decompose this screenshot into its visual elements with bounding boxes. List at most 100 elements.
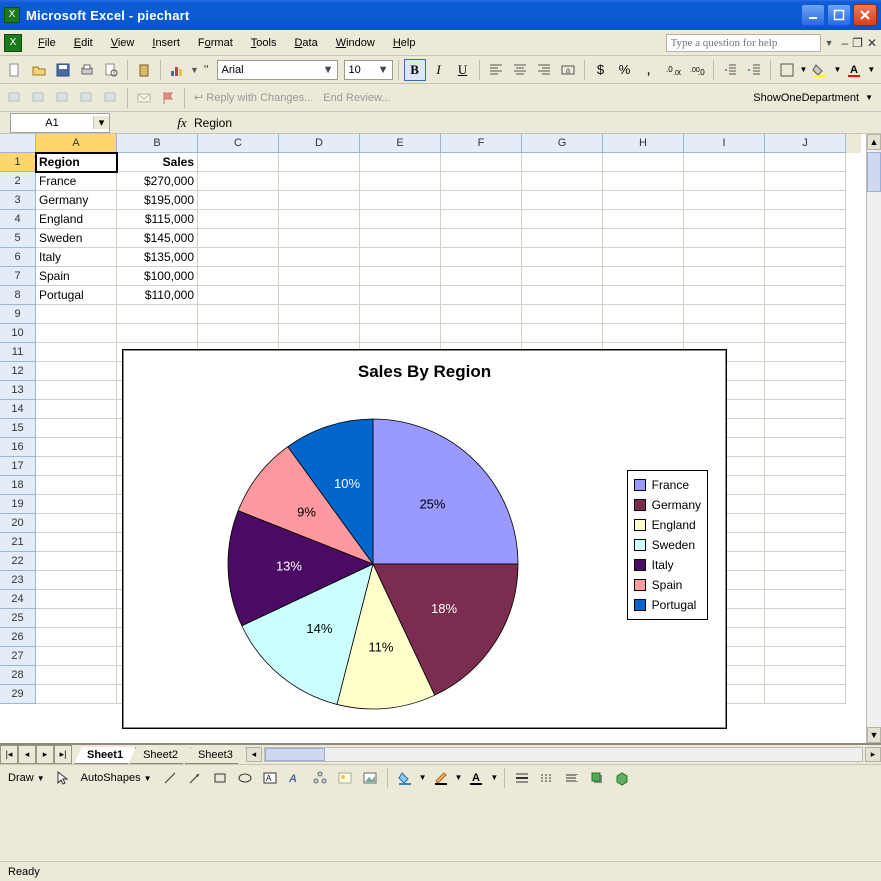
cell[interactable] [522,172,603,191]
cell[interactable] [522,210,603,229]
insert-picture-icon[interactable] [359,767,381,789]
cell[interactable]: $145,000 [117,229,198,248]
cell[interactable] [441,267,522,286]
macro-name-button[interactable]: ShowOneDepartment [751,92,861,104]
col-header[interactable]: I [684,134,765,153]
cell[interactable] [441,229,522,248]
cell[interactable] [684,153,765,172]
cell[interactable] [765,305,846,324]
cell[interactable]: Region [36,153,117,172]
cell[interactable] [279,324,360,343]
cell[interactable] [522,191,603,210]
cell[interactable] [684,210,765,229]
cell[interactable] [36,324,117,343]
shadow-icon[interactable] [586,767,608,789]
line-style-icon[interactable] [511,767,533,789]
review-icon[interactable] [4,87,26,109]
row-header[interactable]: 24 [0,590,36,609]
cell[interactable] [36,666,117,685]
cell[interactable] [36,495,117,514]
cell[interactable] [522,324,603,343]
col-header[interactable]: J [765,134,846,153]
cell[interactable]: $100,000 [117,267,198,286]
line-dd-icon[interactable]: ▼ [455,773,463,782]
sheet-tab[interactable]: Sheet1 [74,747,136,764]
cell[interactable] [603,191,684,210]
cell[interactable] [117,324,198,343]
menu-edit[interactable]: Edit [66,33,101,53]
dash-style-icon[interactable] [536,767,558,789]
cell[interactable] [36,647,117,666]
excel-doc-icon[interactable] [4,34,22,52]
row-header[interactable]: 29 [0,685,36,704]
cell[interactable] [198,248,279,267]
macro-dropdown-icon[interactable]: ▼ [861,93,877,102]
menu-window[interactable]: Window [328,33,383,53]
reply-changes-button[interactable]: ↩ Reply with Changes... [190,91,317,104]
cell[interactable] [279,229,360,248]
cell[interactable]: Sales [117,153,198,172]
menu-format[interactable]: Format [190,33,241,53]
cell[interactable] [765,571,846,590]
row-header[interactable]: 2 [0,172,36,191]
cell[interactable] [765,590,846,609]
cell[interactable]: France [36,172,117,191]
maximize-button[interactable] [827,4,851,26]
cell[interactable] [36,419,117,438]
review-icon[interactable] [52,87,74,109]
row-header[interactable]: 1 [0,153,36,172]
save-icon[interactable] [52,59,74,81]
merge-center-icon[interactable]: a [557,59,579,81]
underline-button[interactable]: U [452,59,474,81]
comma-icon[interactable]: , [638,59,660,81]
align-right-icon[interactable] [533,59,555,81]
cell[interactable]: Spain [36,267,117,286]
currency-icon[interactable]: $ [590,59,612,81]
decrease-indent-icon[interactable] [719,59,741,81]
scroll-down-icon[interactable]: ▼ [867,727,881,743]
cell[interactable] [765,495,846,514]
cell[interactable] [522,153,603,172]
cell[interactable] [765,210,846,229]
end-review-button[interactable]: End Review... [319,92,394,104]
cell[interactable] [36,590,117,609]
minimize-button[interactable] [801,4,825,26]
cell[interactable] [36,400,117,419]
cell[interactable] [765,647,846,666]
cell[interactable] [441,153,522,172]
cell[interactable] [279,210,360,229]
close-button[interactable] [853,4,877,26]
cell[interactable] [36,362,117,381]
diagram-icon[interactable] [309,767,331,789]
select-all-corner[interactable] [0,134,36,153]
horizontal-scrollbar[interactable] [264,747,863,762]
cell[interactable] [684,229,765,248]
col-header[interactable]: A [36,134,117,153]
cell[interactable] [765,476,846,495]
legend-item[interactable]: Sweden [634,535,701,555]
cell[interactable] [360,210,441,229]
cell[interactable] [279,248,360,267]
cell[interactable] [198,210,279,229]
legend-item[interactable]: France [634,475,701,495]
cell[interactable] [522,267,603,286]
new-icon[interactable] [4,59,26,81]
cell[interactable] [765,324,846,343]
review-icon[interactable] [76,87,98,109]
print-preview-icon[interactable] [100,59,122,81]
row-header[interactable]: 13 [0,381,36,400]
cell[interactable] [765,685,846,704]
cell[interactable] [360,191,441,210]
line-icon[interactable] [159,767,181,789]
cell[interactable]: $270,000 [117,172,198,191]
cell[interactable] [765,248,846,267]
cell[interactable] [765,172,846,191]
arrow-style-icon[interactable] [561,767,583,789]
fill-dropdown-icon[interactable]: ▼ [833,65,841,74]
envelope-icon[interactable] [133,87,155,109]
cell[interactable] [198,172,279,191]
cell[interactable] [603,267,684,286]
cell[interactable] [765,609,846,628]
cell[interactable] [360,305,441,324]
cell[interactable] [603,210,684,229]
